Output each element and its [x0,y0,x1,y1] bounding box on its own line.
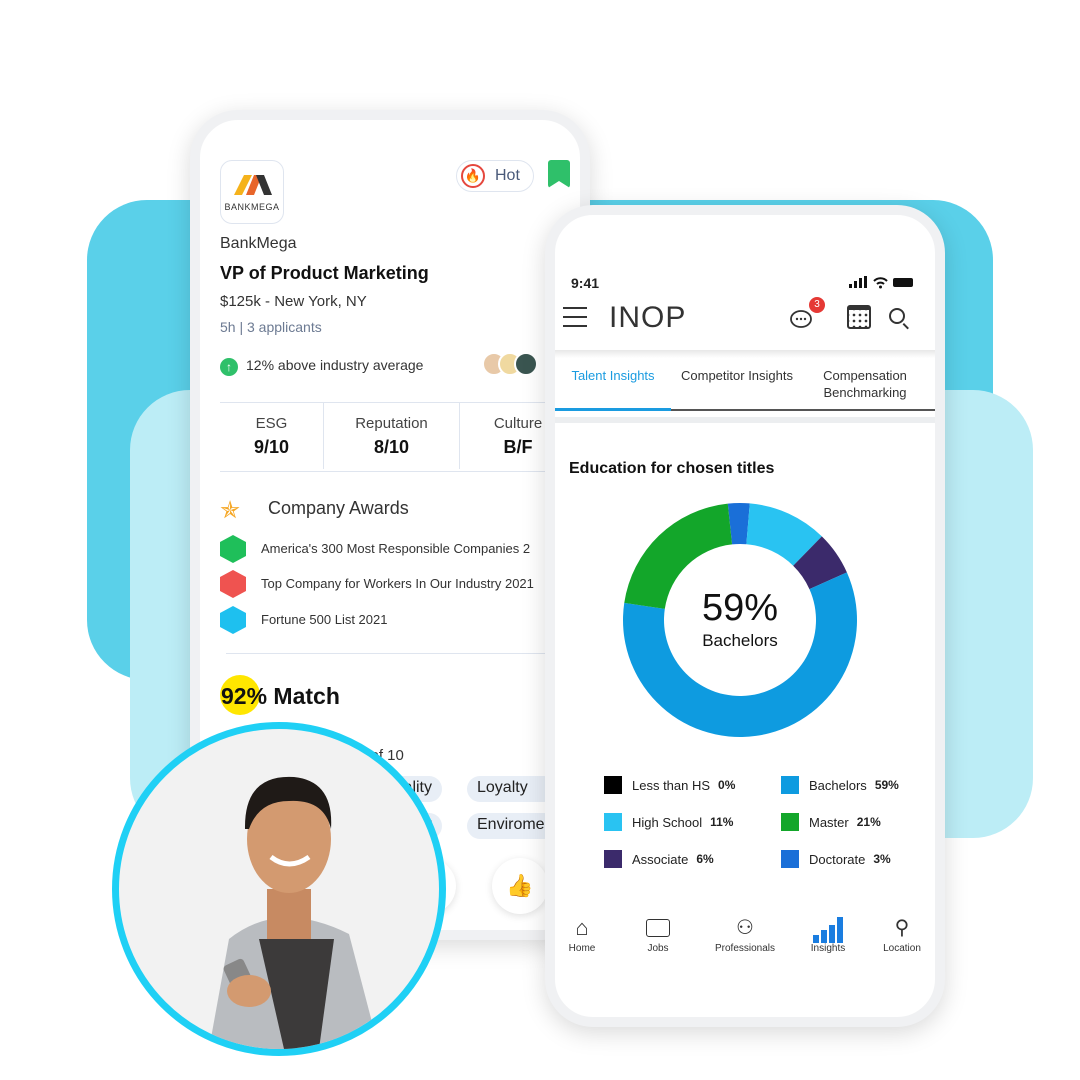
center-label: Bachelors [702,631,778,650]
section-divider [555,417,935,423]
tab-talent-insights[interactable]: Talent Insights [555,367,671,411]
legend-swatch [604,813,622,831]
briefcase-icon [646,919,670,937]
tag[interactable]: Loyalty [467,776,557,802]
person-photo [209,776,379,1049]
hot-badge[interactable]: 🔥 Hot [456,160,534,192]
legend-value: 21% [856,815,881,829]
legend-label: Doctorate [809,851,866,867]
legend-swatch [781,776,799,794]
app-title: INOP [609,301,687,334]
hamburger-menu-icon[interactable] [563,307,587,327]
location-pin-icon: ⚲ [894,917,910,939]
laurel-star-icon: ✯ [220,497,241,524]
company-logo: BANKMEGA [220,160,284,224]
home-icon: ⌂ [575,915,589,940]
legend-item: Doctorate 3% [781,850,891,868]
arrow-up-icon: ↑ [220,358,238,376]
thumbs-up-button[interactable]: 👍 [492,858,548,914]
legend-item: Less than HS 0% [604,776,735,794]
lightbulb-icon [220,606,246,634]
award-item: America's 300 Most Responsible Companies… [261,541,531,556]
score-esg: ESG 9/10 [220,403,324,469]
award-item: Top Company for Workers In Our Industry … [261,576,534,591]
legend-value: 11% [710,815,734,829]
legend-label: Bachelors [809,777,867,793]
legend-value: 59% [874,778,899,792]
nav-home[interactable]: ⌂ Home [555,915,617,954]
status-time: 9:41 [571,275,600,291]
legend-value: 6% [696,852,714,866]
salary-location: $125k - New York, NY [220,293,367,310]
people-icon: ⚇ [736,917,754,939]
legend-label: Associate [632,851,689,867]
heart-icon [220,570,246,598]
tab-compensation-benchmarking[interactable]: Compensation Benchmarking [805,367,925,401]
chat-button[interactable]: 3 [789,297,829,335]
legend-item: High School 11% [604,813,733,831]
score-reputation: Reputation 8/10 [324,403,460,469]
awards-title: Company Awards [268,498,409,518]
legend-item: Bachelors 59% [781,776,899,794]
bookmark-icon[interactable] [548,160,570,188]
bottom-nav: ⌂ Home Jobs ⚇ Professionals Insights ⚲ Loca… [555,915,935,975]
nav-location[interactable]: ⚲ Location [867,915,935,954]
legend-label: Less than HS [632,777,711,793]
chart-title: Education for chosen titles [569,460,775,477]
scores-grid: ESG 9/10 Reputation 8/10 Culture B/F [220,402,580,472]
notification-badge: 3 [809,297,825,313]
search-icon[interactable] [889,308,909,330]
leaf-icon [220,535,246,563]
job-title[interactable]: VP of Product Marketing [220,263,429,284]
legend-swatch [781,850,799,868]
match-score: 92% Match [221,683,340,709]
insights-phone: 9:41 INOP 3 Talent Insights Competitor I… [545,205,945,1027]
award-item: Fortune 500 List 2021 [261,612,388,627]
nav-jobs[interactable]: Jobs [623,915,693,954]
tab-competitor-insights[interactable]: Competitor Insights [677,367,797,384]
legend-item: Master 21% [781,813,881,831]
legend-value: 0% [718,778,736,792]
legend-swatch [604,776,622,794]
applicant-avatars[interactable] [482,352,542,378]
legend-item: Associate 6% [604,850,714,868]
header-shadow [555,350,935,358]
industry-compare: 12% above industry average [246,357,424,373]
legend-label: High School [632,814,703,830]
legend-value: 3% [873,852,891,866]
legend-label: Master [809,814,849,830]
tag[interactable]: Enviromer [467,813,557,839]
nav-insights[interactable]: Insights [793,915,863,954]
bar-chart-icon [793,915,863,943]
company-name: BankMega [220,235,297,252]
flame-icon: 🔥 [461,164,485,188]
legend-swatch [781,813,799,831]
nav-professionals[interactable]: ⚇ Professionals [705,915,785,954]
tab-bar: Talent Insights Competitor Insights Comp… [555,367,935,411]
thumbs-up-icon: 👍 [506,873,534,898]
divider [226,653,576,654]
calendar-icon[interactable] [847,305,871,329]
status-icons [849,275,919,289]
avatar [514,352,538,376]
job-meta: 5h | 3 applicants [220,319,322,335]
signal-wifi-battery-icon [849,276,913,289]
profile-photo [112,722,446,1056]
legend-swatch [604,850,622,868]
center-value: 59% [701,587,779,629]
